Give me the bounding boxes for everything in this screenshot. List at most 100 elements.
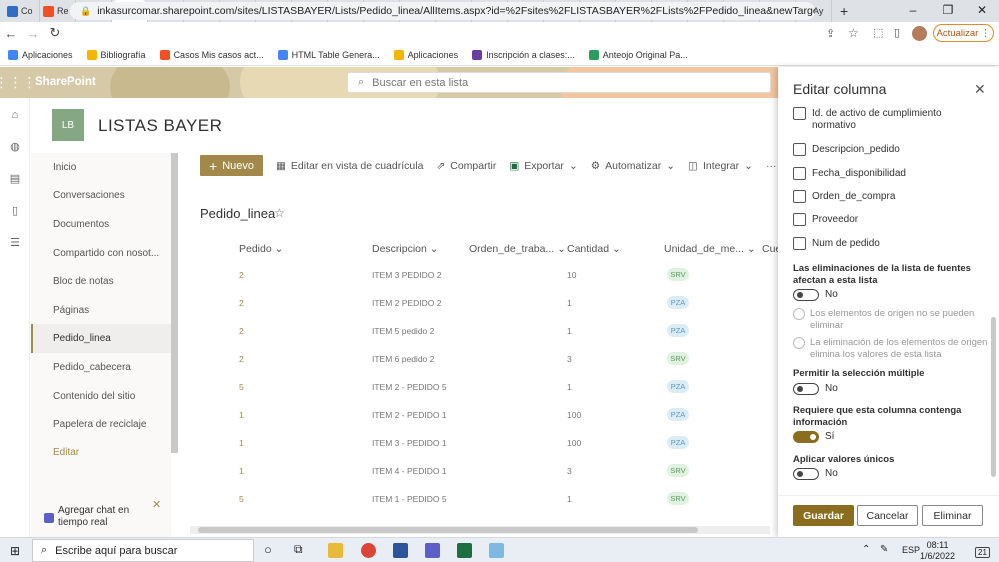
checkbox-col-2[interactable] bbox=[793, 143, 806, 156]
reload-icon[interactable]: ↻ bbox=[44, 25, 66, 41]
extensions-icon[interactable]: ⬚ bbox=[873, 26, 883, 39]
column-header[interactable]: Descripcion ⌄ bbox=[372, 243, 439, 255]
automate-button[interactable]: ⚙ Automatizar ⌄ bbox=[591, 160, 675, 172]
close-panel-icon[interactable]: ✕ bbox=[974, 81, 986, 98]
checkbox-col-6[interactable] bbox=[793, 237, 806, 250]
pen-icon[interactable]: ✎ bbox=[880, 544, 888, 555]
update-button[interactable]: Actualizar ⋮ bbox=[933, 24, 994, 42]
globe-icon[interactable]: ◍ bbox=[9, 141, 21, 153]
news-icon[interactable]: ▤ bbox=[9, 173, 21, 185]
excel-icon[interactable] bbox=[457, 543, 472, 558]
delete-toggle[interactable] bbox=[793, 289, 819, 301]
app-launcher-icon[interactable]: ⋮⋮⋮ bbox=[0, 67, 37, 98]
cortana-icon[interactable]: ○ bbox=[264, 542, 272, 557]
checkbox-col-1[interactable] bbox=[793, 107, 806, 120]
document-icon[interactable]: ▯ bbox=[9, 205, 21, 217]
nav-item[interactable]: Papelera de reciclaje bbox=[53, 419, 146, 430]
taskbar-search[interactable]: ⌕ Escribe aquí para buscar bbox=[32, 539, 254, 562]
required-toggle[interactable] bbox=[793, 431, 819, 443]
column-header[interactable]: Pedido ⌄ bbox=[239, 243, 283, 255]
panel-scrollbar[interactable] bbox=[991, 317, 996, 477]
radio-delete-values[interactable] bbox=[793, 337, 805, 349]
cell-pedido[interactable]: 1 bbox=[239, 410, 244, 420]
checkbox-col-4[interactable] bbox=[793, 190, 806, 203]
word-icon[interactable] bbox=[393, 543, 408, 558]
more-button[interactable]: ··· bbox=[766, 160, 777, 172]
windows-start-icon[interactable]: ⊞ bbox=[10, 544, 20, 558]
bookmark-item[interactable]: Anteojo Original Pa... bbox=[588, 49, 688, 60]
cell-pedido[interactable]: 1 bbox=[239, 438, 244, 448]
multi-toggle[interactable] bbox=[793, 383, 819, 395]
paint-icon[interactable] bbox=[489, 543, 504, 558]
clock[interactable]: 08:11 1/6/2022 bbox=[920, 540, 955, 562]
forward-icon[interactable]: → bbox=[22, 26, 44, 41]
nav-scrollbar[interactable] bbox=[171, 153, 178, 453]
favorite-star-icon[interactable]: ☆ bbox=[274, 206, 285, 220]
delete-button[interactable]: Eliminar bbox=[922, 505, 983, 526]
chrome-icon[interactable] bbox=[361, 543, 376, 558]
nav-item[interactable]: Contenido del sitio bbox=[53, 391, 135, 402]
bookmark-star-icon[interactable]: ☆ bbox=[848, 26, 859, 40]
nav-item[interactable]: Páginas bbox=[53, 305, 89, 316]
column-header[interactable]: Orden_de_traba... ⌄ bbox=[469, 243, 566, 255]
cell-pedido[interactable]: 2 bbox=[239, 326, 244, 336]
export-button[interactable]: ▣ Exportar ⌄ bbox=[509, 160, 577, 172]
cell-pedido[interactable]: 5 bbox=[239, 382, 244, 392]
nav-item[interactable]: Pedido_cabecera bbox=[53, 362, 131, 373]
column-header[interactable]: Cantidad ⌄ bbox=[567, 243, 621, 255]
tray-chevron-icon[interactable]: ⌃ bbox=[862, 544, 870, 555]
task-view-icon[interactable]: ⧉ bbox=[294, 542, 303, 557]
new-tab-button[interactable]: + bbox=[840, 3, 848, 19]
bookmark-item[interactable]: Bibliografía bbox=[86, 49, 146, 60]
nav-item[interactable]: Documentos bbox=[53, 219, 109, 230]
bookmark-item[interactable]: Casos Mis casos act... bbox=[159, 49, 264, 60]
profile-avatar[interactable] bbox=[912, 26, 927, 41]
nav-item[interactable]: Conversaciones bbox=[53, 190, 125, 201]
browser-tab[interactable]: Co bbox=[4, 0, 40, 22]
cell-pedido[interactable]: 2 bbox=[239, 298, 244, 308]
bookmark-item[interactable]: HTML Table Genera... bbox=[277, 49, 380, 60]
unique-toggle[interactable] bbox=[793, 468, 819, 480]
notifications-badge[interactable]: 21 bbox=[975, 547, 990, 558]
url-field[interactable]: 🔒 inkasurcomar.sharepoint.com/sites/LISTA… bbox=[70, 2, 815, 20]
close-chat-icon[interactable]: ✕ bbox=[152, 498, 161, 511]
search-box[interactable]: ⌕ Buscar en esta lista bbox=[347, 72, 771, 93]
radio-cannot-delete[interactable] bbox=[793, 308, 805, 320]
cancel-button[interactable]: Cancelar bbox=[857, 505, 918, 526]
nav-item[interactable]: Inicio bbox=[53, 162, 76, 173]
column-header[interactable]: Unidad_de_me... ⌄ bbox=[664, 243, 756, 255]
bookmark-item[interactable]: Aplicaciones bbox=[8, 49, 73, 60]
cell-pedido[interactable]: 1 bbox=[239, 466, 244, 476]
checkbox-col-5[interactable] bbox=[793, 213, 806, 226]
site-name[interactable]: LISTAS BAYER bbox=[98, 116, 222, 136]
file-explorer-icon[interactable] bbox=[328, 543, 343, 558]
language-indicator[interactable]: ESP bbox=[902, 545, 920, 555]
bookmark-item[interactable]: Aplicaciones bbox=[393, 49, 458, 60]
nav-item[interactable]: Compartido con nosot... bbox=[53, 248, 159, 259]
nav-item[interactable]: Pedido_linea bbox=[53, 333, 111, 344]
checkbox-col-3[interactable] bbox=[793, 167, 806, 180]
sharepoint-brand[interactable]: SharePoint bbox=[35, 67, 96, 98]
chat-promo[interactable]: Agregar chat en tiempo real bbox=[58, 505, 129, 529]
cell-pedido[interactable]: 2 bbox=[239, 270, 244, 280]
bookmark-item[interactable]: Inscripción a clases:... bbox=[472, 49, 575, 60]
edit-grid-button[interactable]: ▦ Editar en vista de cuadrícula bbox=[276, 160, 423, 172]
share-page-icon[interactable]: ⇪ bbox=[826, 27, 835, 40]
back-icon[interactable]: ← bbox=[0, 26, 22, 41]
minimize-button[interactable]: – bbox=[896, 0, 930, 22]
teams-icon[interactable] bbox=[425, 543, 440, 558]
close-window-button[interactable]: ✕ bbox=[965, 0, 999, 22]
new-button[interactable]: + Nuevo bbox=[200, 155, 263, 176]
share-button[interactable]: ⇗ Compartir bbox=[436, 160, 496, 172]
save-button[interactable]: Guardar bbox=[793, 505, 854, 526]
cell-pedido[interactable]: 2 bbox=[239, 354, 244, 364]
site-logo[interactable]: LB bbox=[52, 109, 84, 141]
nav-item[interactable]: Bloc de notas bbox=[53, 276, 114, 287]
lists-icon[interactable]: ☰ bbox=[9, 237, 21, 249]
home-icon[interactable]: ⌂ bbox=[9, 109, 21, 121]
integrate-button[interactable]: ◫ Integrar ⌄ bbox=[688, 160, 753, 172]
horizontal-scrollbar[interactable] bbox=[190, 526, 770, 534]
maximize-button[interactable]: ❐ bbox=[931, 0, 965, 22]
sidepanel-icon[interactable]: ▯ bbox=[894, 26, 900, 39]
nav-item[interactable]: Editar bbox=[53, 447, 79, 458]
